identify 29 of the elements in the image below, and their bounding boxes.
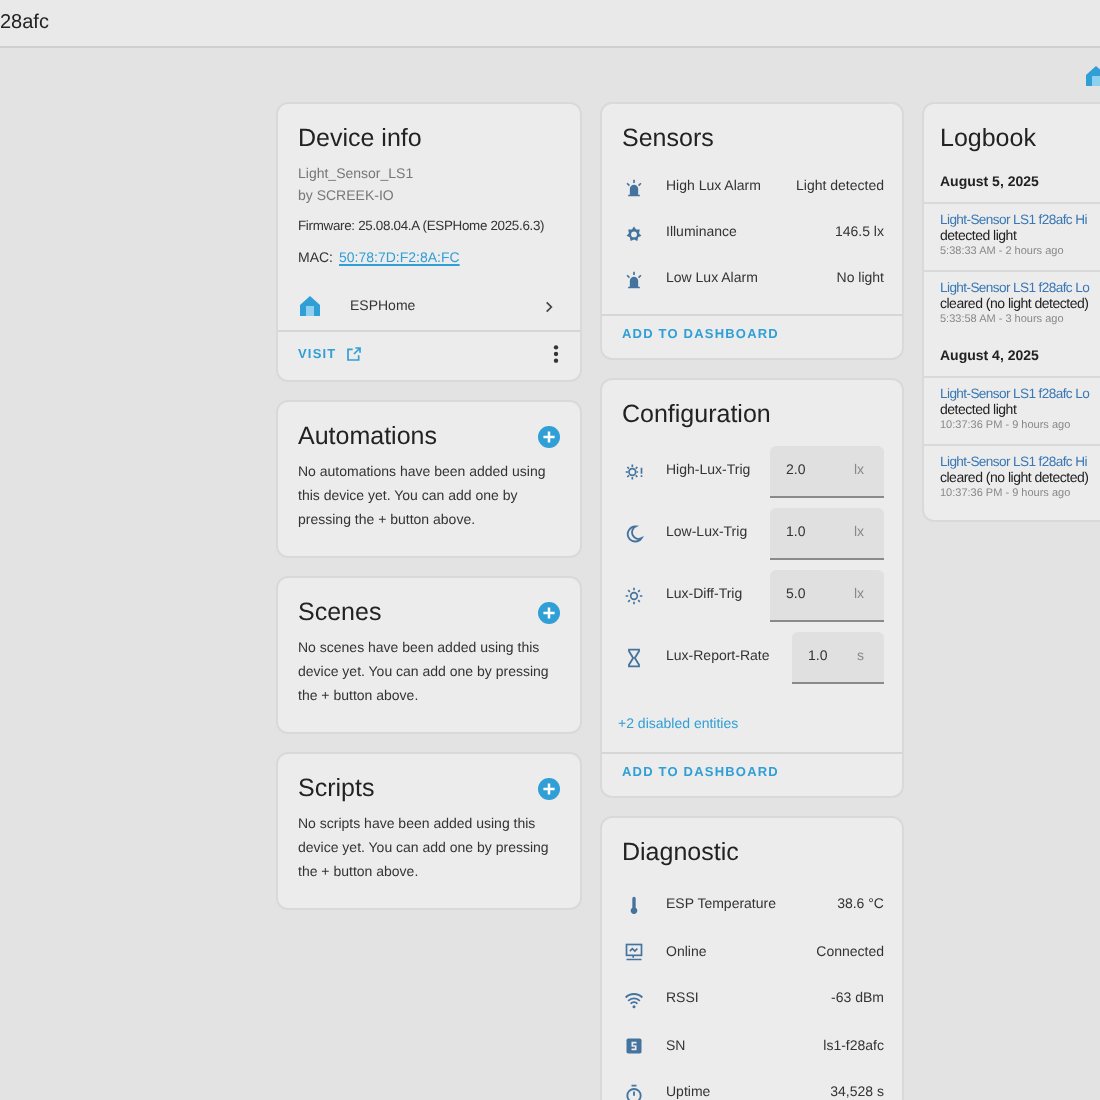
plus-icon [542,781,556,795]
brightness-icon [624,223,644,243]
page-title: 28afc [0,12,49,34]
network-monitor-icon [624,942,644,963]
card-title: Device info [298,124,422,152]
hourglass-icon [624,647,644,667]
card-title: Scenes [298,598,382,626]
card-title: Automations [298,422,437,450]
card-title: Logbook [940,124,1036,152]
more-options-icon[interactable] [552,344,560,364]
add-button[interactable] [538,601,560,623]
sun-icon [624,585,644,605]
plus-icon [542,605,556,619]
card-title: Configuration [622,400,771,428]
add-button[interactable] [538,777,560,799]
alarm-light-icon [624,177,644,197]
card-title: Scripts [298,774,375,802]
card-title: Sensors [622,124,714,152]
card-title: Diagnostic [622,838,739,866]
plus-icon [542,429,556,443]
wifi-icon [624,989,644,1010]
timer-icon [624,1083,644,1100]
moon-icon [624,523,644,543]
chevron-right-icon [542,299,556,313]
serial-number-icon [624,1036,644,1057]
sun-alert-icon [624,461,644,481]
open-external-icon [346,346,363,362]
alarm-light-icon [624,269,644,289]
add-button[interactable] [538,425,560,447]
